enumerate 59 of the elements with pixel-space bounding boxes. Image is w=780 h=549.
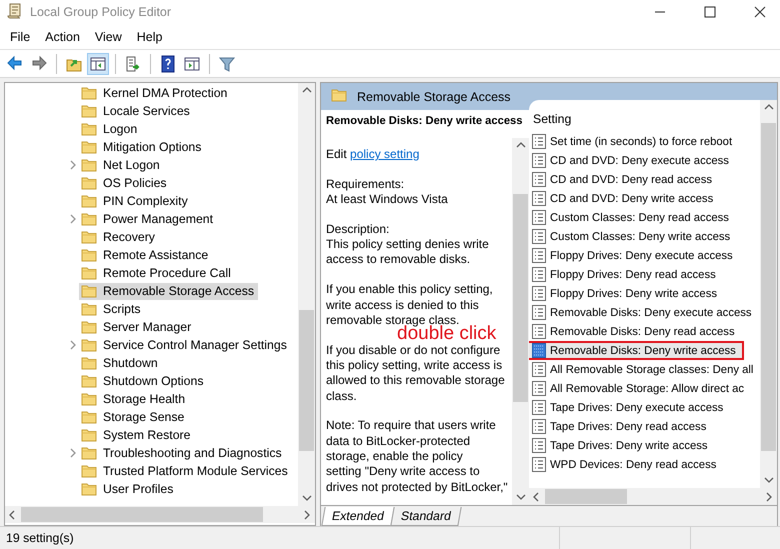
- setting-row[interactable]: CD and DVD: Deny write access: [531, 189, 760, 208]
- menu-item[interactable]: View: [88, 30, 128, 44]
- setting-row[interactable]: Tape Drives: Deny write access: [531, 436, 760, 455]
- tree-item[interactable]: Remote Assistance: [103, 246, 212, 264]
- setting-row[interactable]: CD and DVD: Deny read access: [531, 170, 760, 189]
- tree-item[interactable]: Trusted Platform Module Services: [103, 462, 292, 480]
- setting-row[interactable]: Custom Classes: Deny read access: [531, 208, 760, 227]
- setting-row[interactable]: Floppy Drives: Deny execute access: [531, 246, 760, 265]
- menu-item[interactable]: File: [4, 30, 36, 44]
- tree-item[interactable]: Net Logon: [103, 156, 164, 174]
- tree-item[interactable]: Shutdown Options: [103, 372, 208, 390]
- tree-item[interactable]: User Profiles: [103, 480, 178, 498]
- policy-title: Removable Disks: Deny write access: [325, 114, 524, 129]
- tab[interactable]: Standard: [390, 507, 462, 526]
- tree-item[interactable]: Storage Sense: [103, 408, 188, 426]
- policy-setting-link[interactable]: policy setting: [350, 147, 420, 161]
- setting-row[interactable]: Tape Drives: Deny read access: [531, 417, 760, 436]
- setting-row[interactable]: Set time (in seconds) to force reboot: [531, 132, 760, 151]
- setting-row[interactable]: Removable Disks: Deny read access: [531, 322, 760, 341]
- tree-item[interactable]: Service Control Manager Settings: [103, 336, 291, 354]
- description-text: If you disable or do not configure this policy setting, write access is allowed to this removable storage class.: [326, 342, 506, 404]
- setting-row[interactable]: WPD Devices: Deny read access: [531, 455, 760, 474]
- tree-item[interactable]: Kernel DMA Protection: [103, 84, 232, 102]
- setting-row[interactable]: Custom Classes: Deny write access: [531, 227, 760, 246]
- tree-item[interactable]: Logon: [103, 120, 142, 138]
- tree-item[interactable]: System Restore: [103, 426, 194, 444]
- tree-item[interactable]: Storage Health: [103, 390, 190, 408]
- setting-row[interactable]: Removable Disks: Deny write access: [529, 341, 744, 360]
- setting-row[interactable]: All Removable Storage: Allow direct ac: [531, 379, 760, 398]
- tree-item[interactable]: PIN Complexity: [103, 192, 192, 210]
- setting-row[interactable]: Floppy Drives: Deny read access: [531, 265, 760, 284]
- setting-row[interactable]: CD and DVD: Deny execute access: [531, 151, 760, 170]
- tree-item[interactable]: OS Policies: [103, 174, 171, 192]
- panel-title: Removable Storage Access: [357, 90, 511, 104]
- description-text: Description: This policy setting denies write access to removable disks.: [326, 222, 490, 268]
- tree-item[interactable]: Server Manager: [103, 318, 196, 336]
- status-text: 19 setting(s): [5, 531, 75, 545]
- tree-item[interactable]: Recovery: [103, 228, 159, 246]
- menu-item[interactable]: Action: [39, 30, 86, 44]
- edit-line: Edit policy setting: [326, 147, 420, 162]
- setting-row[interactable]: All Removable Storage classes: Deny all: [531, 360, 760, 379]
- setting-row[interactable]: Tape Drives: Deny execute access: [531, 398, 760, 417]
- column-header[interactable]: Setting: [531, 100, 760, 130]
- tree-item[interactable]: Troubleshooting and Diagnostics: [103, 444, 286, 462]
- tree-item[interactable]: Shutdown: [103, 354, 162, 372]
- menu-item[interactable]: Help: [130, 30, 168, 44]
- setting-row[interactable]: Floppy Drives: Deny write access: [531, 284, 760, 303]
- setting-row[interactable]: Removable Disks: Deny execute access: [531, 303, 760, 322]
- description-text: Requirements: At least Windows Vista: [326, 176, 449, 208]
- tab[interactable]: Extended: [321, 507, 395, 526]
- tree-item[interactable]: Removable Storage Access: [79, 282, 258, 300]
- tree-item[interactable]: Power Management: [103, 210, 218, 228]
- tree-item[interactable]: Scripts: [103, 300, 145, 318]
- tree-item[interactable]: Mitigation Options: [103, 138, 206, 156]
- description-text: Note: To require that users write data to BitLocker-protected storage, enable the policy setting "Deny write access to drives not protected by BitLocker,": [326, 418, 508, 495]
- window-title: Local Group Policy Editor: [30, 5, 172, 19]
- tree-item[interactable]: Remote Procedure Call: [103, 264, 235, 282]
- annotation-text: double click: [397, 324, 496, 343]
- tree-item[interactable]: Locale Services: [103, 102, 194, 120]
